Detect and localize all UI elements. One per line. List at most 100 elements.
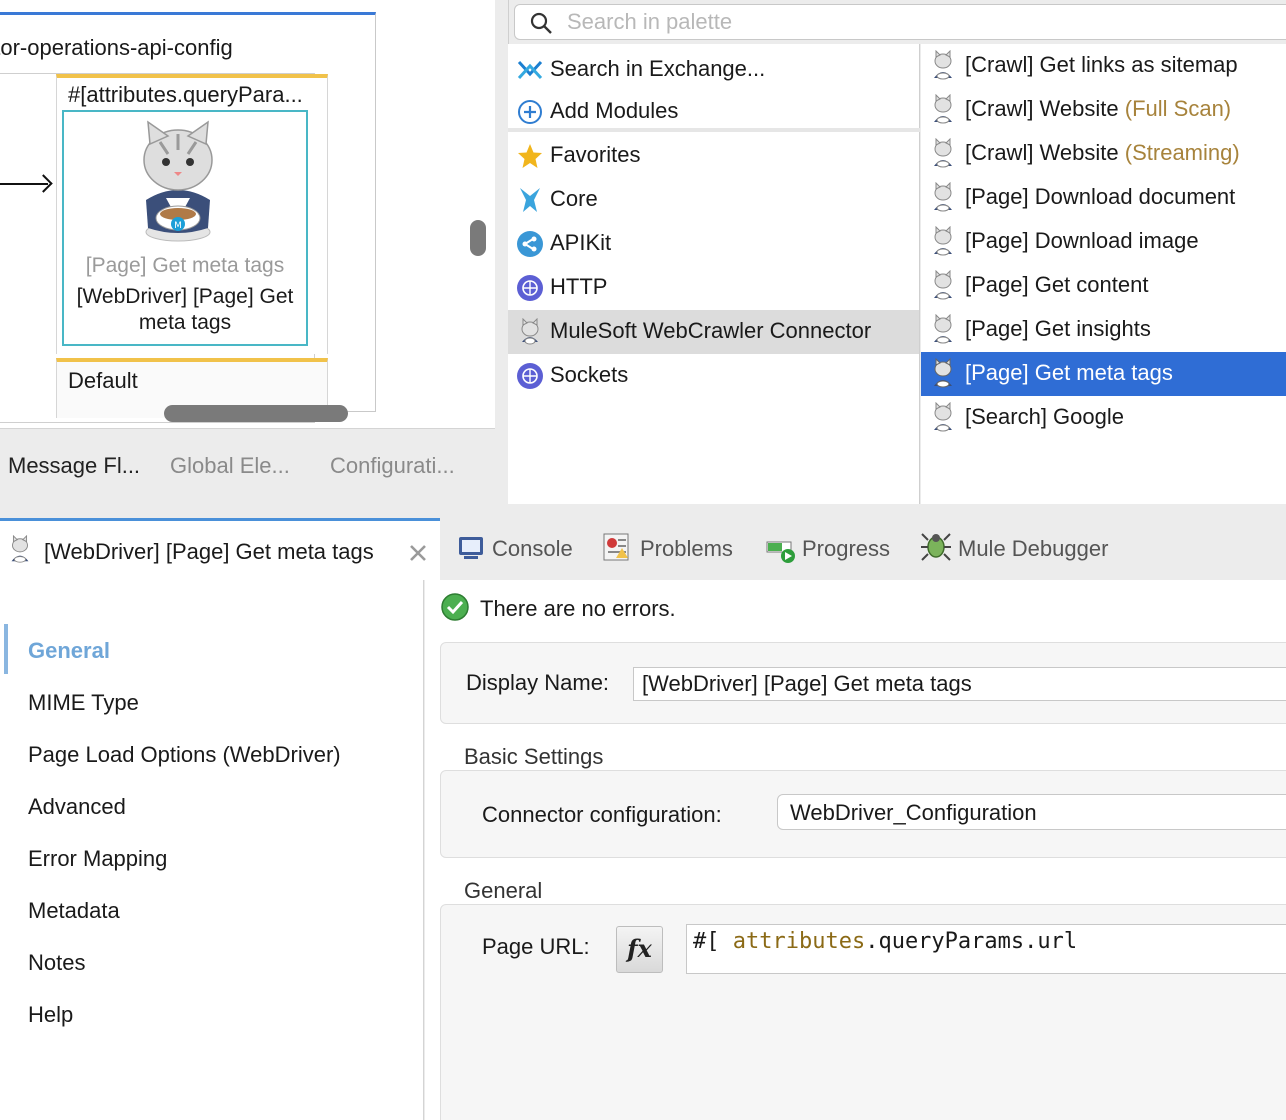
operation-item[interactable]: [Page] Download document	[921, 176, 1286, 220]
nav-item-help[interactable]: Help	[28, 1002, 73, 1028]
close-icon[interactable]	[408, 543, 428, 563]
bug-icon	[921, 533, 951, 561]
palette-modules-list: Search in Exchange... Add Modules Favori…	[508, 44, 920, 504]
nav-item-page-load-options[interactable]: Page Load Options (WebDriver)	[28, 742, 341, 768]
horizontal-scrollbar[interactable]	[164, 405, 348, 422]
palette-item-sockets[interactable]: Sockets	[508, 354, 919, 398]
nav-active-indicator	[4, 624, 8, 674]
connector-config-select[interactable]: WebDriver_Configuration	[777, 794, 1286, 830]
operation-hint: (Streaming)	[1124, 140, 1240, 165]
expression-toggle-button[interactable]: fx	[616, 926, 663, 973]
page-url-field[interactable]: #[ attributes.queryParams.url	[686, 924, 1286, 974]
operation-name: [Page] Get insights	[965, 316, 1151, 341]
check-circle-icon	[441, 593, 469, 621]
nav-item-metadata[interactable]: Metadata	[28, 898, 120, 924]
tab-progress[interactable]: Progress	[802, 536, 890, 562]
display-name-label: Display Name:	[466, 670, 610, 695]
palette-item-favorites[interactable]: Favorites	[508, 134, 919, 178]
flow-canvas[interactable]: ector-operations-api-config #[attributes…	[0, 0, 495, 428]
palette-search-box[interactable]	[514, 4, 1286, 40]
nav-item-advanced[interactable]: Advanced	[28, 794, 126, 820]
operation-name: [Crawl] Get links as sitemap	[965, 52, 1238, 77]
palette-item-apikit[interactable]: APIKit	[508, 222, 919, 266]
operation-item[interactable]: [Page] Get content	[921, 264, 1286, 308]
palette-item-search-exchange[interactable]: Search in Exchange...	[508, 48, 919, 92]
url-prefix: #[	[693, 929, 720, 954]
operation-name: [Crawl] Website	[965, 140, 1119, 165]
operation-item[interactable]: [Page] Get insights	[921, 308, 1286, 352]
tab-mule-debugger[interactable]: Mule Debugger	[958, 536, 1108, 562]
mule-core-icon	[520, 188, 540, 212]
svg-text:M: M	[174, 221, 182, 231]
operation-item[interactable]: [Crawl] Website (Streaming)	[921, 132, 1286, 176]
operation-name: [Crawl] Website	[965, 96, 1119, 121]
webcrawler-cat-icon	[934, 314, 952, 344]
problems-icon	[603, 533, 629, 561]
vertical-scrollbar[interactable]	[470, 220, 486, 256]
palette-item-label: MuleSoft WebCrawler Connector	[550, 318, 872, 343]
palette-item-label: HTTP	[550, 274, 608, 299]
tab-global-elements[interactable]: Global Ele...	[170, 453, 290, 479]
progress-icon	[766, 541, 795, 563]
exchange-icon	[517, 60, 543, 80]
display-name-field[interactable]	[633, 667, 1286, 701]
connector-config-label: Connector configuration:	[482, 802, 722, 827]
operation-name: [Page] Get meta tags	[965, 360, 1173, 385]
operation-item[interactable]: [Search] Google	[921, 396, 1286, 440]
plus-circle-icon	[518, 100, 542, 124]
tab-message-flow[interactable]: Message Fl...	[8, 453, 140, 479]
choice-expression: #[attributes.queryPara...	[68, 82, 303, 107]
operation-label: [Crawl] Get links as sitemap	[965, 52, 1238, 78]
webcrawler-cat-icon	[934, 402, 952, 432]
palette-item-core[interactable]: Core	[508, 178, 919, 222]
nav-item-general[interactable]: General	[28, 638, 110, 664]
operation-name: [Search] Google	[965, 404, 1124, 429]
operation-item[interactable]: [Crawl] Website (Full Scan)	[921, 88, 1286, 132]
nav-item-mime-type[interactable]: MIME Type	[28, 690, 139, 716]
palette-divider	[508, 128, 920, 132]
globe-icon	[517, 275, 543, 301]
url-keyword: attributes	[732, 929, 866, 954]
search-icon	[530, 12, 552, 34]
operation-name: [Page] Download image	[965, 228, 1199, 253]
tab-configuration-xml[interactable]: Configurati...	[330, 453, 455, 479]
flow-name: ector-operations-api-config	[0, 35, 233, 60]
webcrawler-cat-icon	[934, 270, 952, 300]
webcrawler-cat-icon	[934, 226, 952, 256]
palette-operations-list: [Crawl] Get links as sitemap [Crawl] Web…	[921, 44, 1286, 504]
tab-problems[interactable]: Problems	[640, 536, 733, 562]
webcrawler-cat-icon	[521, 318, 539, 345]
default-label: Default	[68, 368, 138, 393]
operation-item[interactable]: [Page] Download image	[921, 220, 1286, 264]
operation-item[interactable]: [Crawl] Get links as sitemap	[921, 44, 1286, 88]
tab-console[interactable]: Console	[492, 536, 573, 562]
webcrawler-cat-icon	[934, 50, 952, 80]
operation-item-selected[interactable]: [Page] Get meta tags	[921, 352, 1286, 396]
star-icon	[518, 144, 542, 168]
palette-item-label: Add Modules	[550, 98, 679, 123]
apikit-icon	[517, 231, 543, 257]
palette-item-webcrawler[interactable]: MuleSoft WebCrawler Connector	[508, 310, 919, 354]
palette-item-label: Core	[550, 186, 598, 211]
operation-name: [Page] Download document	[965, 184, 1236, 209]
console-icon	[459, 537, 483, 559]
general-section-title: General	[464, 878, 543, 903]
tab-properties-active[interactable]: [WebDriver] [Page] Get meta tags	[0, 518, 440, 580]
status-message: There are no errors.	[480, 596, 676, 621]
nav-item-error-mapping[interactable]: Error Mapping	[28, 846, 167, 872]
connector-config-value: WebDriver_Configuration	[790, 800, 1037, 825]
palette-item-http[interactable]: HTTP	[508, 266, 919, 310]
webcrawler-cat-icon	[934, 94, 952, 124]
operation-label: [Crawl] Website (Streaming)	[965, 140, 1240, 166]
operation-label: [Crawl] Website (Full Scan)	[965, 96, 1231, 122]
flow-arrow	[0, 183, 48, 185]
nav-item-notes[interactable]: Notes	[28, 950, 85, 976]
palette-item-label: Search in Exchange...	[550, 56, 766, 81]
basic-settings-title: Basic Settings	[464, 744, 604, 769]
palette-item-label: APIKit	[550, 230, 612, 255]
palette-search-input[interactable]	[567, 9, 1167, 35]
webcrawler-cat-icon	[934, 138, 952, 168]
active-tab-label: [WebDriver] [Page] Get meta tags	[44, 539, 374, 564]
operation-hint: (Full Scan)	[1124, 96, 1232, 121]
palette-item-label: Favorites	[550, 142, 641, 167]
